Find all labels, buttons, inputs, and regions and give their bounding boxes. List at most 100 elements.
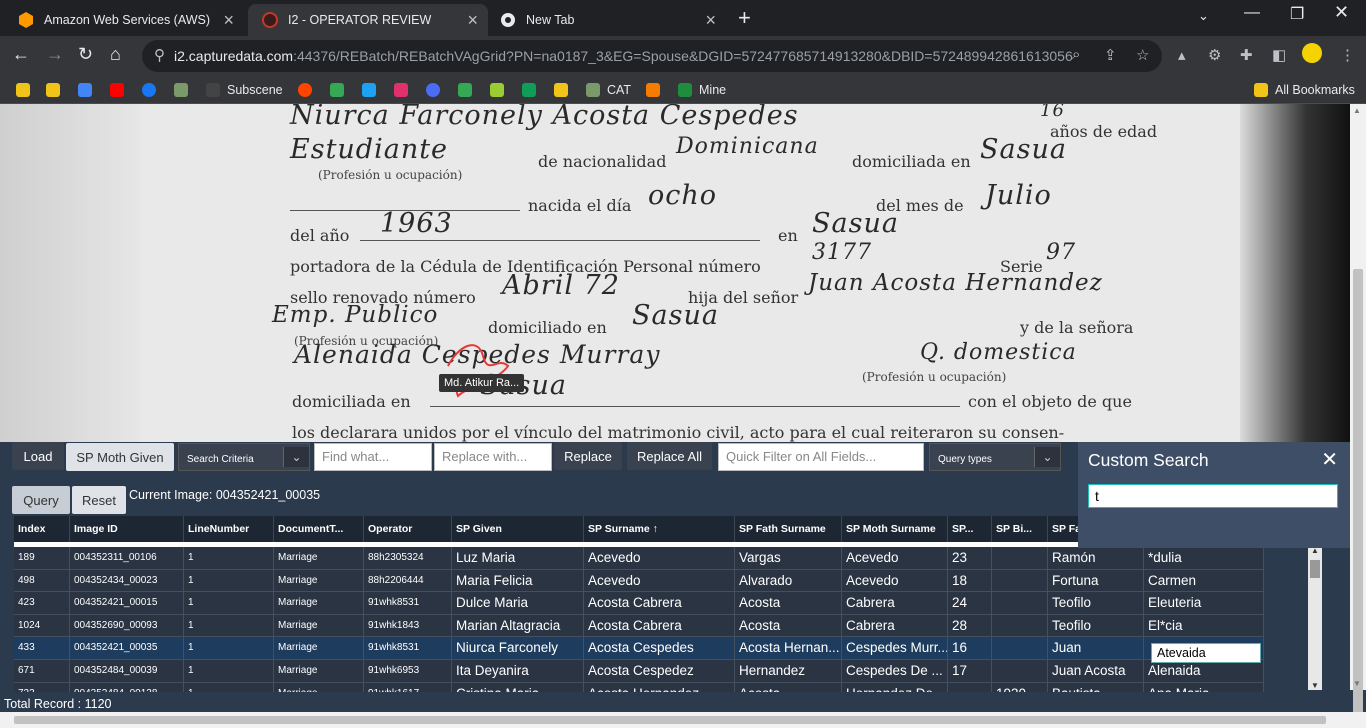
table-row[interactable]: 1024 004352690_00093 1 Marriage 91whk1843 Mar… — [14, 614, 1264, 638]
menu-kebab-icon[interactable]: ⋮ — [1340, 46, 1355, 64]
table-row[interactable]: 423 004352421_00015 1 Marriage 91whk8531 Dulc… — [14, 592, 1264, 615]
table-row[interactable]: 733004352484_001381Marriage91whk1617Cris… — [14, 682, 1264, 692]
cell-sp-moth-surname[interactable]: Cabrera — [842, 592, 948, 615]
bookmark-cat[interactable]: CAT — [586, 81, 631, 99]
cell-sp-moth-surname[interactable]: Cespedes De ... — [842, 660, 948, 683]
bookmark-star-icon[interactable]: ☆ — [1136, 46, 1149, 64]
reset-button[interactable]: Reset — [72, 486, 126, 514]
cell-sp-birth[interactable] — [992, 569, 1048, 593]
cell-sp-father-given[interactable]: Ramón — [1048, 547, 1144, 570]
bookmark-reddit[interactable] — [298, 81, 312, 99]
cell-operator[interactable]: 88h2305324 — [364, 547, 452, 570]
cell-sp-birth[interactable] — [992, 637, 1048, 660]
cell-sp-moth-surname[interactable]: Cabrera — [842, 614, 948, 638]
table-row[interactable]: 498 004352434_00023 1 Marriage 88h2206444 Mar… — [14, 569, 1264, 593]
bookmark-aws[interactable] — [646, 81, 660, 99]
cell-sp-birth[interactable] — [992, 592, 1048, 615]
cell-document-type[interactable]: Marriage — [274, 569, 364, 593]
cell-sp-fath-surname[interactable]: Acosta — [735, 682, 842, 692]
scroll-up-icon[interactable]: ▲ — [1353, 106, 1361, 115]
bookmark-google-translate[interactable] — [78, 81, 92, 99]
cell-operator[interactable]: 88h2206444 — [364, 569, 452, 593]
cell-image-id[interactable]: 004352434_00023 — [70, 569, 184, 593]
scroll-down-icon[interactable]: ▼ — [1311, 681, 1319, 690]
cell-sp-given[interactable]: Cristina Maria — [452, 682, 584, 692]
cell-sp-age[interactable]: 17 — [948, 660, 992, 683]
cell-index[interactable]: 189 — [14, 547, 70, 570]
cell-sp-father-given[interactable]: Juan — [1048, 637, 1144, 660]
cell-sp-surname[interactable]: Acosta Cespedes — [584, 637, 735, 660]
cell-line-number[interactable]: 1 — [184, 569, 274, 593]
bookmark-maps-2[interactable] — [458, 81, 472, 99]
quick-filter-input[interactable]: Quick Filter on All Fields... — [718, 443, 924, 471]
cell-sp-surname[interactable]: Acevedo — [584, 569, 735, 593]
bookmark-twitter[interactable] — [362, 81, 376, 99]
minimize-icon[interactable]: — — [1244, 4, 1260, 22]
cell-sp-moth-surname[interactable]: Cespedes Murr... — [842, 637, 948, 660]
table-row[interactable]: 671 004352484_00039 1 Marriage 91whk6953 Ita … — [14, 660, 1264, 683]
table-row[interactable]: 189 004352311_00106 1 Marriage 88h2305324 Luz… — [14, 547, 1264, 570]
cell-sp-surname[interactable]: Acevedo — [584, 547, 735, 570]
cell-sp-surname[interactable]: Acosta Cabrera — [584, 614, 735, 638]
forward-arrow-icon[interactable]: → — [46, 44, 64, 65]
extensions-puzzle-icon[interactable]: ✚ — [1240, 46, 1253, 64]
cell-sp-fath-surname[interactable]: Acosta — [735, 614, 842, 638]
close-tab-icon[interactable]: × — [467, 10, 478, 31]
new-tab-button[interactable]: + — [738, 5, 751, 31]
col-sp-age[interactable]: SP... — [948, 516, 992, 542]
cell-sp-age[interactable]: 16 — [948, 637, 992, 660]
cell-document-type[interactable]: Marriage — [274, 592, 364, 615]
query-button[interactable]: Query — [12, 486, 70, 514]
cell-line-number[interactable]: 1 — [184, 637, 274, 660]
scroll-down-icon[interactable]: ▼ — [1353, 679, 1361, 688]
bookmark-folder[interactable] — [554, 81, 568, 99]
cell-line-number[interactable]: 1 — [184, 614, 274, 638]
search-criteria-select[interactable]: Search Criteria ⌄ — [178, 443, 310, 471]
query-types-select[interactable]: Query types ⌄ — [929, 443, 1061, 471]
cell-sp-given[interactable]: Ita Deyanira — [452, 660, 584, 683]
cell-sp-age[interactable]: 18 — [948, 569, 992, 593]
col-index[interactable]: Index — [14, 516, 70, 542]
cell-index[interactable]: 1024 — [14, 614, 70, 638]
cell-sp-age[interactable]: 23 — [948, 547, 992, 570]
scroll-thumb[interactable] — [1353, 269, 1363, 728]
cell-sp-moth-surname[interactable]: Hernandez De ... — [842, 682, 948, 692]
cell-sp-surname[interactable]: Acosta Cabrera — [584, 592, 735, 615]
table-row[interactable]: 433 004352421_00035 1 Marriage 91whk8531 Niur… — [14, 637, 1264, 660]
cell-index[interactable]: 423 — [14, 592, 70, 615]
cell-operator[interactable]: 91whk8531 — [364, 592, 452, 615]
cell-sp-mother-given[interactable]: El*cia — [1144, 614, 1264, 638]
cell-sp-moth-surname[interactable]: Acevedo — [842, 547, 948, 570]
replace-with-input[interactable]: Replace with... — [434, 443, 552, 471]
cell-index[interactable]: 498 — [14, 569, 70, 593]
cell-sp-birth[interactable] — [992, 547, 1048, 570]
cell-sp-age[interactable]: 24 — [948, 592, 992, 615]
cell-sp-given[interactable]: Niurca Farconely — [452, 637, 584, 660]
close-tab-icon[interactable]: × — [705, 10, 716, 31]
close-icon[interactable]: ✕ — [1321, 447, 1338, 472]
cell-sp-moth-surname[interactable]: Acevedo — [842, 569, 948, 593]
cell-sp-father-given[interactable]: Teofilo — [1048, 592, 1144, 615]
profile-avatar-icon[interactable] — [1302, 43, 1322, 63]
col-line-number[interactable]: LineNumber — [184, 516, 274, 542]
bookmark-folder[interactable] — [46, 81, 60, 99]
home-icon[interactable]: ⌂ — [110, 44, 121, 65]
bookmark-youtube[interactable] — [110, 81, 124, 99]
bookmark-extension[interactable] — [174, 81, 188, 99]
cell-sp-mother-given[interactable]: Carmen — [1144, 569, 1264, 593]
grid-vertical-scrollbar[interactable]: ▲ ▼ — [1308, 546, 1322, 690]
site-info-icon[interactable]: ⚲ — [154, 46, 165, 64]
document-image-viewer[interactable]: Niurca Farconely Acosta Cespedes 16 años… — [0, 104, 1350, 442]
cell-line-number[interactable]: 1 — [184, 660, 274, 683]
load-button[interactable]: Load — [12, 442, 64, 470]
cell-image-id[interactable]: 004352484_00039 — [70, 660, 184, 683]
cell-sp-fath-surname[interactable]: Acosta Hernan... — [735, 637, 842, 660]
cell-document-type[interactable]: Marriage — [274, 637, 364, 660]
extension-icon[interactable]: ⚙ — [1208, 46, 1221, 64]
cell-sp-birth[interactable] — [992, 614, 1048, 638]
bookmark-subscene[interactable]: Subscene — [206, 81, 283, 99]
cell-image-id[interactable]: 004352311_00106 — [70, 547, 184, 570]
cell-editor-input[interactable]: Atevaida — [1151, 643, 1261, 663]
cell-sp-fath-surname[interactable]: Acosta — [735, 592, 842, 615]
cell-operator[interactable]: 91whk8531 — [364, 637, 452, 660]
